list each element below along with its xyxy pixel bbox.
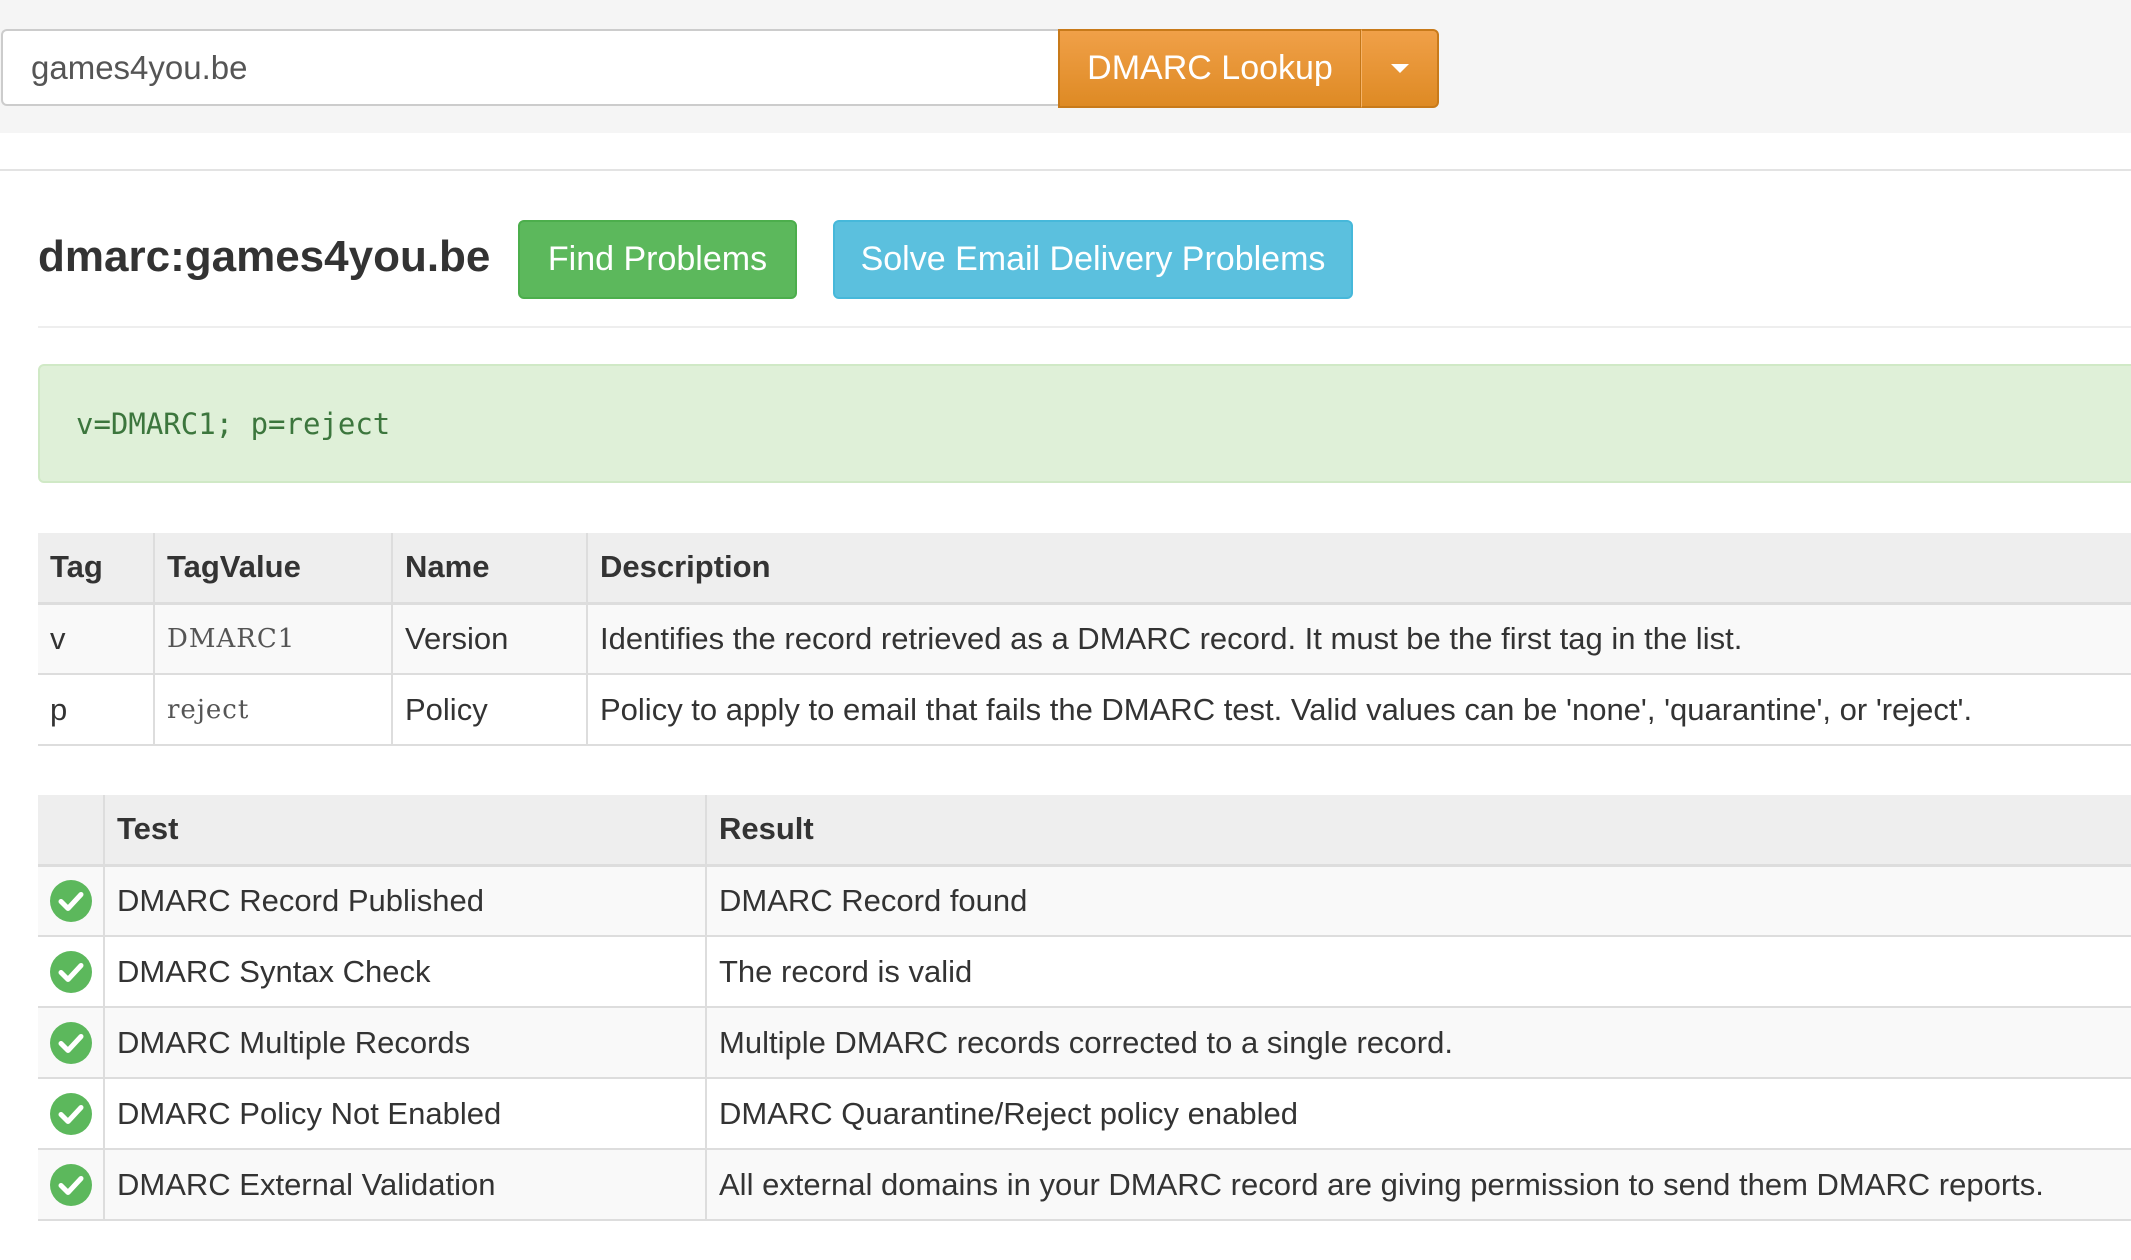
table-row: v DMARC1 Version Identifies the record r… [38, 603, 2131, 675]
table-row: DMARC External Validation All external d… [38, 1149, 2131, 1221]
table-row: DMARC Policy Not Enabled DMARC Quarantin… [38, 1078, 2131, 1150]
check-circle-icon [49, 879, 92, 922]
tag-description-cell: Policy to apply to email that fails the … [586, 674, 2131, 746]
table-row: p reject Policy Policy to apply to email… [38, 674, 2131, 746]
column-header-description: Description [586, 533, 2131, 605]
tag-name-cell: Policy [391, 674, 587, 746]
status-cell [38, 1078, 104, 1150]
check-circle-icon [49, 1021, 92, 1064]
dmarc-record-text: v=DMARC1; p=reject [76, 406, 391, 441]
tag-value-cell: DMARC1 [153, 603, 392, 675]
column-header-test: Test [103, 795, 706, 867]
status-cell [38, 936, 104, 1008]
section-divider [0, 169, 2131, 171]
tag-table: Tag TagValue Name Description v DMARC1 V… [38, 533, 2131, 746]
column-header-result: Result [705, 795, 2131, 867]
table-row: DMARC Multiple Records Multiple DMARC re… [38, 1007, 2131, 1079]
column-header-status [38, 795, 104, 867]
test-result-cell: DMARC Quarantine/Reject policy enabled [705, 1078, 2131, 1150]
column-header-name: Name [391, 533, 587, 605]
test-table-header: Test Result [38, 795, 2131, 867]
tag-cell: p [38, 674, 154, 746]
dmarc-lookup-button[interactable]: DMARC Lookup [1058, 29, 1361, 108]
tag-cell: v [38, 603, 154, 675]
status-cell [38, 1007, 104, 1079]
check-circle-icon [49, 1092, 92, 1135]
find-problems-button[interactable]: Find Problems [518, 220, 797, 299]
domain-search-input[interactable] [1, 29, 1058, 106]
test-result-cell: Multiple DMARC records corrected to a si… [705, 1007, 2131, 1079]
check-circle-icon [49, 950, 92, 993]
test-name-cell: DMARC Policy Not Enabled [103, 1078, 706, 1150]
status-cell [38, 1149, 104, 1221]
test-result-cell: The record is valid [705, 936, 2131, 1008]
test-name-cell: DMARC External Validation [103, 1149, 706, 1221]
tag-description-cell: Identifies the record retrieved as a DMA… [586, 603, 2131, 675]
status-cell [38, 865, 104, 937]
test-result-cell: All external domains in your DMARC recor… [705, 1149, 2131, 1221]
solve-email-delivery-problems-button[interactable]: Solve Email Delivery Problems [833, 220, 1353, 299]
page-title: dmarc:games4you.be [38, 232, 491, 281]
test-name-cell: DMARC Record Published [103, 865, 706, 937]
test-name-cell: DMARC Multiple Records [103, 1007, 706, 1079]
lookup-dropdown-toggle[interactable] [1361, 29, 1439, 108]
caret-down-icon [1390, 64, 1409, 73]
test-results-table: Test Result DMARC Record Published DMARC… [38, 795, 2131, 1221]
column-header-tag: Tag [38, 533, 154, 605]
tag-name-cell: Version [391, 603, 587, 675]
tag-table-header: Tag TagValue Name Description [38, 533, 2131, 605]
test-result-cell: DMARC Record found [705, 865, 2131, 937]
check-circle-icon [49, 1163, 92, 1206]
tag-value-cell: reject [153, 674, 392, 746]
dmarc-record-box: v=DMARC1; p=reject [38, 364, 2131, 483]
title-divider [38, 326, 2131, 328]
column-header-tagvalue: TagValue [153, 533, 392, 605]
test-name-cell: DMARC Syntax Check [103, 936, 706, 1008]
table-row: DMARC Syntax Check The record is valid [38, 936, 2131, 1008]
table-row: DMARC Record Published DMARC Record foun… [38, 865, 2131, 937]
